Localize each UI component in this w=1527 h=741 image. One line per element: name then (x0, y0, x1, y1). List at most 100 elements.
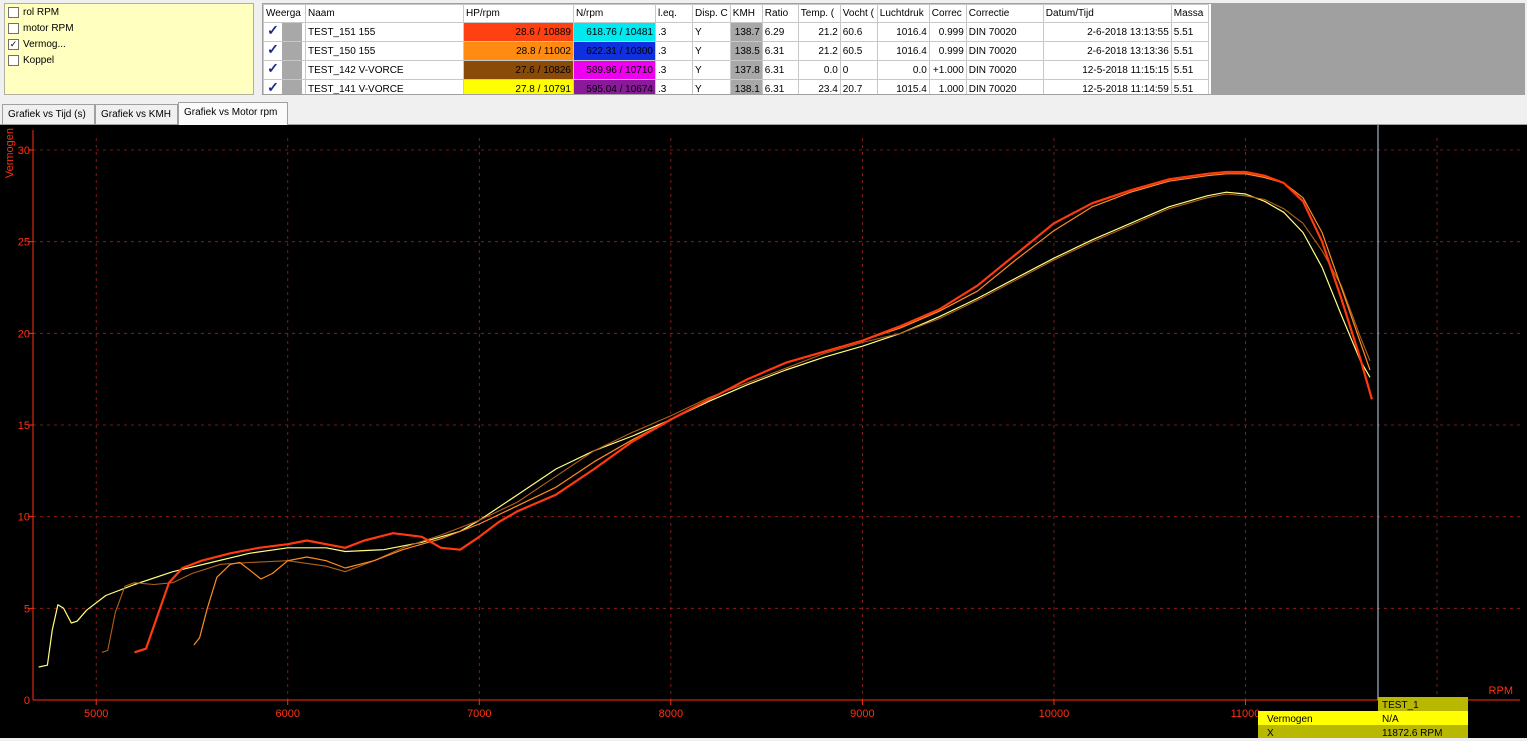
cell-disp: Y (692, 41, 731, 61)
checkbox[interactable]: ✓ (8, 38, 19, 50)
cell-n: 622.31 / 10300 (573, 41, 656, 61)
checkmark-icon: ✓ (267, 60, 279, 76)
cell-hp: 28.8 / 11002 (463, 41, 574, 61)
show-toggle[interactable]: ✓ (263, 41, 306, 61)
checkmark-icon: ✓ (267, 79, 279, 95)
cell-ratio: 6.31 (761, 60, 799, 80)
tab[interactable]: Grafiek vs Motor rpm (178, 102, 288, 125)
column-header[interactable]: N/rpm (573, 4, 656, 23)
checkmark-icon: ✓ (267, 41, 279, 57)
cell-temp: 0.0 (797, 60, 841, 80)
tab[interactable]: Grafiek vs Tijd (s) (2, 104, 95, 124)
column-header[interactable]: HP/rpm (463, 4, 574, 23)
cell-datum: 2-6-2018 13:13:55 (1042, 22, 1172, 42)
cell-leq: .3 (655, 41, 693, 61)
y-tick-label: 25 (18, 237, 30, 249)
checkbox[interactable] (8, 54, 19, 66)
column-header[interactable]: KMH (729, 4, 763, 23)
cell-leq: .3 (655, 22, 693, 42)
table-row[interactable]: ✓ TEST_151 155 28.6 / 10889 618.76 / 10481.… (263, 22, 1209, 42)
x-tick-label: 10000 (1039, 708, 1070, 720)
cell-n: 595.04 / 10674 (573, 79, 656, 94)
channel-item[interactable]: Koppel (5, 52, 253, 68)
cell-luchtdruk: 0.0 (876, 60, 930, 80)
cell-disp: Y (692, 60, 731, 80)
series-line (134, 170, 1373, 654)
cell-massa: 5.51 (1170, 22, 1209, 42)
cell-disp: Y (692, 22, 731, 42)
series-line (193, 173, 1371, 646)
checkbox[interactable] (8, 6, 19, 18)
column-header[interactable]: l.eq. (655, 4, 693, 23)
cell-correc: 0.999 (928, 41, 967, 61)
x-tick-label: 8000 (659, 708, 683, 720)
column-header[interactable]: Ratio (761, 4, 799, 23)
cursor-row2-label-bg (1258, 725, 1378, 738)
cell-n: 618.76 / 10481 (573, 22, 656, 42)
cell-vocht: 0 (839, 60, 878, 80)
cursor-row1-label: Vermogen (1267, 714, 1313, 725)
cell-vocht: 60.6 (839, 22, 878, 42)
cell-ratio: 6.31 (761, 79, 799, 94)
cell-naam: TEST_151 155 (305, 22, 464, 42)
column-header[interactable]: Disp. C (692, 4, 731, 23)
y-tick-label: 0 (24, 695, 30, 707)
cell-naam: TEST_150 155 (305, 41, 464, 61)
cell-correctie: DIN 70020 (965, 79, 1044, 94)
table-row[interactable]: ✓ TEST_141 V-VORCE 27.8 / 10791 595.04 / 10… (263, 79, 1209, 95)
cell-correctie: DIN 70020 (965, 41, 1044, 61)
cell-luchtdruk: 1016.4 (876, 22, 930, 42)
series-line (38, 191, 1371, 668)
channel-label: rol RPM (23, 6, 60, 18)
channel-label: motor RPM (23, 22, 74, 34)
cell-correc: 1.000 (928, 79, 967, 94)
cell-correctie: DIN 70020 (965, 22, 1044, 42)
cell-naam: TEST_141 V-VORCE (305, 79, 464, 94)
cell-massa: 5.51 (1170, 79, 1209, 94)
column-header[interactable]: Datum/Tijd (1042, 4, 1172, 23)
channel-item[interactable]: ✓ Vermog... (5, 36, 253, 52)
column-header[interactable]: Naam (305, 4, 464, 23)
x-tick-label: 6000 (276, 708, 300, 720)
table-row[interactable]: ✓ TEST_150 155 28.8 / 11002 622.31 / 10300.… (263, 41, 1209, 61)
column-header[interactable]: Luchtdruk (876, 4, 930, 23)
show-toggle[interactable]: ✓ (263, 79, 306, 95)
cell-leq: .3 (655, 60, 693, 80)
column-header[interactable]: Massa (1170, 4, 1209, 23)
cell-ratio: 6.31 (761, 41, 799, 61)
cursor-row1-value: N/A (1382, 714, 1399, 725)
tab[interactable]: Grafiek vs KMH (95, 104, 178, 124)
show-toggle[interactable]: ✓ (263, 22, 306, 42)
column-header[interactable]: Weerga (263, 4, 306, 23)
checkbox[interactable] (8, 22, 19, 34)
cell-naam: TEST_142 V-VORCE (305, 60, 464, 80)
show-toggle[interactable]: ✓ (263, 60, 306, 80)
cell-leq: .3 (655, 79, 693, 94)
chart-area: 5000 6000 7000 8000 9000 10000 11000 5 10 15 20 25 3… (0, 125, 1527, 739)
column-header[interactable]: Correctie (965, 4, 1044, 23)
y-tick-label: 15 (18, 420, 30, 432)
power-chart: 5000 6000 7000 8000 9000 10000 11000 5 10 15 20 25 3… (4, 125, 1520, 739)
table-header-row: Weerga Naam HP/rpm N/rpm l.eq. Disp. C KMH Rati… (263, 4, 1209, 23)
table-row[interactable]: ✓ TEST_142 V-VORCE 27.6 / 10826 589.96 / 10… (263, 60, 1209, 80)
cell-ratio: 6.29 (761, 22, 799, 42)
channel-item[interactable]: motor RPM (5, 20, 253, 36)
cell-luchtdruk: 1015.4 (876, 79, 930, 94)
column-header[interactable]: Correc (928, 4, 967, 23)
column-header[interactable]: Vocht ( (839, 4, 878, 23)
column-header[interactable]: Temp. ( (797, 4, 841, 23)
cell-datum: 12-5-2018 11:14:59 (1042, 79, 1172, 94)
cell-massa: 5.51 (1170, 41, 1209, 61)
series-line (101, 193, 1371, 653)
test-runs-table: Weerga Naam HP/rpm N/rpm l.eq. Disp. C KMH Rati… (262, 3, 1212, 95)
y-tick-label: 20 (18, 328, 30, 340)
cell-hp: 27.8 / 10791 (463, 79, 574, 94)
cell-massa: 5.51 (1170, 60, 1209, 80)
cell-temp: 23.4 (797, 79, 841, 94)
channel-item[interactable]: rol RPM (5, 4, 253, 20)
cell-hp: 27.6 / 10826 (463, 60, 574, 80)
cursor-panel-title: TEST_1 (1382, 700, 1419, 711)
channel-checklist: rol RPM motor RPM ✓ Vermog... Koppel (4, 3, 254, 95)
cell-correc: 0.999 (928, 22, 967, 42)
cell-temp: 21.2 (797, 41, 841, 61)
